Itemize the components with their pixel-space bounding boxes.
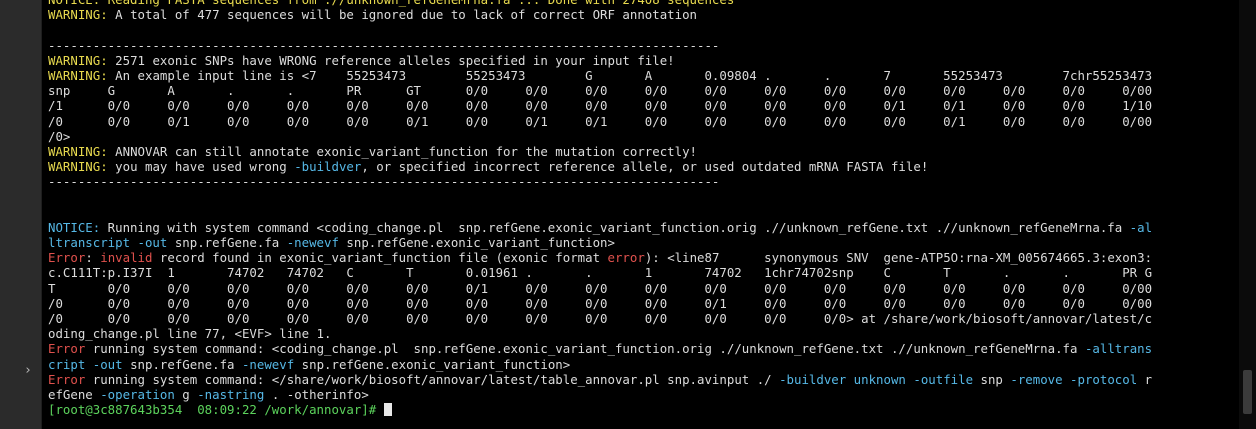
terminal-text: invalid: [100, 250, 153, 266]
terminal-line: cript -out snp.refGene.fa -newevf snp.re…: [48, 357, 1238, 372]
terminal-line: WARNING: you may have used wrong -buildv…: [48, 159, 1238, 174]
terminal-text: ----------------------------------------…: [48, 37, 720, 53]
terminal-line: WARNING: ANNOVAR can still annotate exon…: [48, 144, 1238, 159]
terminal-text: snp.refGene.exonic_variant_function>: [294, 356, 571, 372]
terminal-line: /0 0/0 0/0 0/0 0/0 0/0 0/0 0/0 0/0 0/0 0…: [48, 311, 1238, 326]
terminal-text: Error: [48, 341, 86, 357]
terminal-text: :: [85, 250, 101, 266]
left-gutter: ›: [0, 0, 41, 429]
terminal-text: Error: [48, 250, 86, 266]
terminal-text: /1 0/0 0/0 0/0 0/0 0/0 0/0 0/0 0/0 0/0 0…: [48, 98, 1153, 114]
terminal-text: running system command: <coding_change.p…: [85, 341, 1085, 357]
terminal-text: [root@3c887643b354 08:09:22 /work/annova…: [48, 402, 377, 418]
terminal-text: ----------------------------------------…: [48, 174, 720, 190]
terminal-text: NOTICE:: [48, 219, 101, 235]
terminal-text: -buildver unknown -outfile: [779, 371, 974, 387]
terminal-text: /0 0/0 0/1 0/0 0/0 0/0 0/1 0/0 0/1 0/1 0…: [48, 113, 1153, 129]
terminal-line: Error running system command: </share/wo…: [48, 372, 1238, 387]
terminal-line: WARNING: A total of 477 sequences will b…: [48, 7, 1238, 22]
terminal-text: -buildver: [294, 159, 362, 175]
terminal-text: -newevf: [241, 356, 295, 372]
terminal-text: g: [174, 386, 198, 402]
terminal-text: running system command: </share/work/bio…: [85, 371, 780, 387]
terminal-line: ----------------------------------------…: [48, 174, 1238, 189]
terminal-text: NOTICE: Reading FASTA sequences from .//…: [48, 0, 734, 7]
terminal-text: An example input line is <7 55253473 552…: [107, 67, 1153, 83]
terminal-text: record found in exonic_variant_function …: [152, 250, 608, 266]
terminal-line: /1 0/0 0/0 0/0 0/0 0/0 0/0 0/0 0/0 0/0 0…: [48, 98, 1238, 113]
chevron-right-icon[interactable]: ›: [24, 363, 32, 379]
terminal-text: you may have used wrong: [107, 159, 295, 175]
terminal-text: -nastring: [197, 386, 265, 402]
terminal-line: /0>: [48, 129, 1238, 144]
terminal-text: /0 0/0 0/0 0/0 0/0 0/0 0/0 0/0 0/0 0/0 0…: [48, 310, 1153, 326]
terminal-line: WARNING: 2571 exonic SNPs have WRONG ref…: [48, 53, 1238, 68]
terminal-text: 2571 exonic SNPs have WRONG reference al…: [107, 52, 675, 68]
terminal-text: WARNING:: [48, 143, 108, 159]
terminal-line: /0 0/0 0/1 0/0 0/0 0/0 0/1 0/0 0/1 0/1 0…: [48, 114, 1238, 129]
terminal-output[interactable]: NOTICE: Reading FASTA sequences from .//…: [48, 0, 1238, 429]
terminal-line: ltranscript -out snp.refGene.fa -newevf …: [48, 235, 1238, 250]
terminal-line: c.C111T:p.I37I 1 74702 74702 C T 0.01961…: [48, 265, 1238, 280]
terminal-line: [root@3c887643b354 08:09:22 /work/annova…: [48, 402, 1238, 417]
terminal-line: T 0/0 0/0 0/0 0/0 0/0 0/0 0/1 0/0 0/0 0/…: [48, 281, 1238, 296]
terminal-line: oding_change.pl line 77, <EVF> line 1.: [48, 326, 1238, 341]
terminal-text: error: [607, 250, 645, 266]
terminal-text: c.C111T:p.I37I 1 74702 74702 C T 0.01961…: [48, 265, 1153, 281]
terminal-line: efGene -operation g -nastring . -otherin…: [48, 387, 1238, 402]
vertical-scrollbar[interactable]: [1239, 0, 1256, 429]
terminal-text: snp.refGene.fa: [122, 356, 242, 372]
terminal-line: /0 0/0 0/0 0/0 0/0 0/0 0/0 0/0 0/0 0/0 0…: [48, 296, 1238, 311]
terminal-line: NOTICE: Running with system command <cod…: [48, 220, 1238, 235]
terminal-text: -operation: [100, 386, 175, 402]
terminal-text: , or specified incorrect reference allel…: [361, 159, 929, 175]
terminal-text: WARNING:: [48, 159, 108, 175]
terminal-text: ANNOVAR can still annotate exonic_varian…: [107, 143, 698, 159]
terminal-text: -al: [1129, 219, 1153, 235]
terminal-text: Error: [48, 371, 86, 387]
terminal-line: ----------------------------------------…: [48, 38, 1238, 53]
terminal-text: T 0/0 0/0 0/0 0/0 0/0 0/0 0/1 0/0 0/0 0/…: [48, 280, 1153, 296]
terminal-line: NOTICE: Reading FASTA sequences from .//…: [48, 0, 1238, 7]
terminal-line: Error: invalid record found in exonic_va…: [48, 250, 1238, 265]
gutter-divider: [41, 0, 42, 429]
terminal-text: snp.refGene.exonic_variant_function>: [338, 235, 615, 250]
scrollbar-thumb[interactable]: [1243, 370, 1252, 414]
terminal-text: ltranscript -out: [48, 235, 168, 250]
terminal-line: WARNING: An example input line is <7 552…: [48, 68, 1238, 83]
terminal-text: WARNING:: [48, 7, 108, 23]
terminal-text: snp G A . . PR GT 0/0 0/0 0/0 0/0 0/0 0/…: [48, 83, 1153, 99]
terminal-text: Running with system command <coding_chan…: [100, 219, 1130, 235]
terminal-text: -newevf: [286, 235, 339, 250]
terminal-text: efGene: [48, 386, 101, 402]
terminal-text: . -otherinfo>: [264, 386, 369, 402]
terminal-text: r: [1137, 371, 1153, 387]
terminal-text: -alltrans: [1084, 341, 1153, 357]
terminal-text: WARNING:: [48, 52, 108, 68]
terminal-text: ): <line87 synonymous SNV gene-ATP5O:rna…: [644, 250, 1153, 266]
terminal-text: -remove -protocol: [1010, 371, 1138, 387]
terminal-text: snp: [973, 371, 1011, 387]
terminal-text: cript -out: [48, 356, 123, 372]
terminal-cursor: [383, 403, 392, 417]
terminal-text: oding_change.pl line 77, <EVF> line 1.: [48, 326, 332, 342]
terminal-text: WARNING:: [48, 67, 108, 83]
terminal-line: Error running system command: <coding_ch…: [48, 341, 1238, 356]
terminal-text: /0>: [48, 128, 71, 144]
terminal-line: snp G A . . PR GT 0/0 0/0 0/0 0/0 0/0 0/…: [48, 83, 1238, 98]
terminal-text: /0 0/0 0/0 0/0 0/0 0/0 0/0 0/0 0/0 0/0 0…: [48, 295, 1153, 311]
terminal-text: snp.refGene.fa: [167, 235, 287, 250]
terminal-text: A total of 477 sequences will be ignored…: [107, 7, 698, 23]
